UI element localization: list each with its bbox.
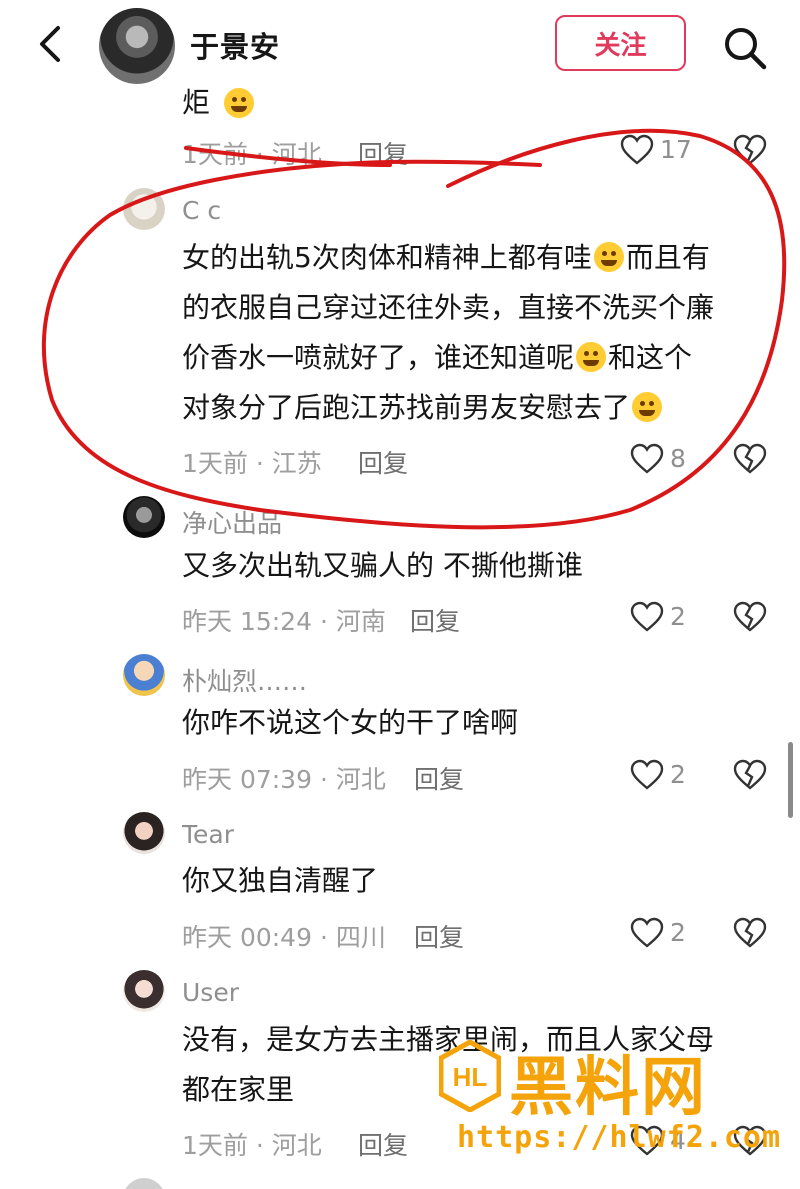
comment-text: 你咋不说这个女的干了啥啊 bbox=[182, 706, 519, 739]
comment-text: 又多次出轨又骗人的 不撕他撕谁 bbox=[182, 549, 583, 582]
comment-meta: 昨天 15:24 · 河南 bbox=[182, 607, 386, 636]
comment-meta: 1天前 · 河北 bbox=[182, 140, 322, 169]
reply-button[interactable]: 回复 bbox=[414, 918, 464, 954]
emoji-icon bbox=[224, 88, 254, 118]
watermark-text: 黑料网 bbox=[509, 1051, 707, 1125]
reply-button[interactable]: 回复 bbox=[358, 444, 408, 480]
broken-heart-icon[interactable] bbox=[733, 134, 767, 166]
broken-heart-icon[interactable] bbox=[733, 443, 767, 475]
comment-meta: 1天前 · 河北 bbox=[182, 1131, 322, 1160]
comment-text: 女的出轨5次肉体和精神上都有哇 而且有 的衣服自己穿过还往外卖，直接不洗买个廉 价… bbox=[182, 241, 715, 424]
heart-icon[interactable] bbox=[630, 917, 664, 949]
heart-icon[interactable] bbox=[620, 134, 654, 166]
comment-meta: 昨天 00:49 · 四川 bbox=[182, 923, 386, 952]
comment-username[interactable]: User bbox=[182, 978, 239, 1007]
comment-meta: 昨天 07:39 · 河北 bbox=[182, 765, 386, 794]
hl-logo-icon: HL bbox=[439, 1040, 501, 1112]
like-count: 2 bbox=[670, 602, 686, 631]
red-circle-annotation bbox=[42, 128, 787, 530]
avatar[interactable] bbox=[123, 188, 165, 230]
back-arrow-icon[interactable] bbox=[30, 22, 70, 66]
watermark-url: https://hlwf2.com bbox=[457, 1120, 782, 1155]
comment-username[interactable]: 朴灿烈…… bbox=[182, 662, 307, 698]
like-count: 8 bbox=[670, 444, 686, 473]
heart-icon[interactable] bbox=[630, 759, 664, 791]
like-count: 17 bbox=[660, 135, 692, 164]
avatar[interactable] bbox=[123, 1178, 165, 1189]
profile-avatar[interactable] bbox=[99, 8, 175, 84]
search-icon[interactable] bbox=[721, 24, 769, 72]
comment-username[interactable]: 净心出品 bbox=[182, 504, 282, 540]
like-count: 2 bbox=[670, 918, 686, 947]
reply-button[interactable]: 回复 bbox=[358, 135, 408, 171]
emoji-icon bbox=[632, 392, 663, 422]
emoji-icon bbox=[593, 242, 624, 272]
reply-button[interactable]: 回复 bbox=[410, 602, 460, 638]
broken-heart-icon[interactable] bbox=[733, 759, 767, 791]
comment-text: 你又独自清醒了 bbox=[182, 864, 379, 897]
comment-username[interactable]: Tear bbox=[182, 820, 234, 849]
watermark: HL 黑料网 https://hlwf2.com bbox=[435, 1030, 780, 1180]
top-bar: 于景安 关注 bbox=[0, 0, 800, 92]
comment-username[interactable]: C c bbox=[182, 196, 221, 225]
avatar[interactable] bbox=[123, 654, 165, 696]
heart-icon[interactable] bbox=[630, 443, 664, 475]
follow-button[interactable]: 关注 bbox=[555, 15, 686, 71]
scrollbar[interactable] bbox=[788, 742, 793, 818]
emoji-icon bbox=[576, 342, 607, 372]
profile-username[interactable]: 于景安 bbox=[190, 24, 280, 66]
reply-button[interactable]: 回复 bbox=[358, 1126, 408, 1162]
reply-button[interactable]: 回复 bbox=[414, 760, 464, 796]
broken-heart-icon[interactable] bbox=[733, 601, 767, 633]
avatar[interactable] bbox=[123, 970, 165, 1012]
comment-meta: 1天前 · 江苏 bbox=[182, 449, 322, 478]
svg-text:HL: HL bbox=[453, 1062, 488, 1092]
avatar[interactable] bbox=[123, 812, 165, 854]
comment-text: 炬 bbox=[182, 86, 211, 119]
heart-icon[interactable] bbox=[630, 601, 664, 633]
avatar[interactable] bbox=[123, 496, 165, 538]
broken-heart-icon[interactable] bbox=[733, 917, 767, 949]
like-count: 2 bbox=[670, 760, 686, 789]
